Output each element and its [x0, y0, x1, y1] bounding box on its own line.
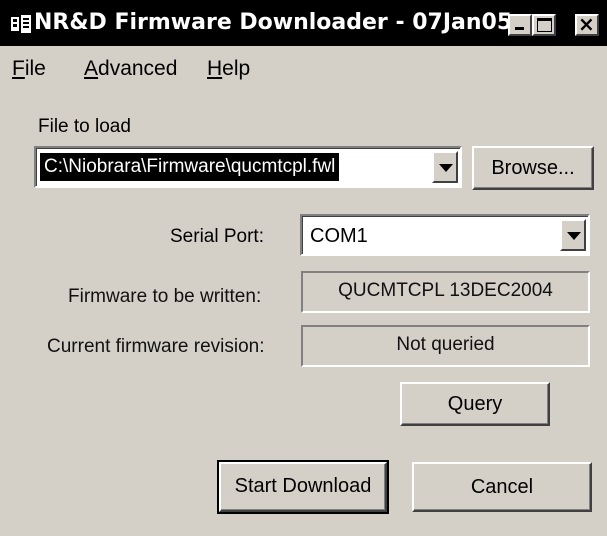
- maximize-icon: [537, 18, 552, 32]
- current-firmware-revision-label: Current firmware revision:: [47, 336, 265, 357]
- firmware-downloader-window: NR&D Firmware Downloader - 07Jan05 × Fil…: [0, 0, 607, 536]
- menu-help[interactable]: Help: [207, 56, 250, 82]
- close-button[interactable]: ×: [575, 12, 599, 36]
- menu-bar: File Advanced Help: [0, 52, 607, 86]
- menu-advanced-label: dvanced: [98, 57, 178, 80]
- firmware-to-be-written-label: Firmware to be written:: [68, 286, 262, 307]
- minimize-icon: [515, 27, 524, 30]
- file-path-value[interactable]: C:\Niobrara\Firmware\qucmtcpl.fwl: [40, 153, 340, 181]
- title-bar[interactable]: NR&D Firmware Downloader - 07Jan05 ×: [0, 0, 607, 46]
- file-to-load-label: File to load: [38, 116, 131, 137]
- close-icon: ×: [578, 12, 595, 36]
- menu-advanced-mnemonic: A: [84, 57, 99, 80]
- cancel-button[interactable]: Cancel: [412, 462, 592, 512]
- chevron-down-icon: [567, 232, 581, 240]
- query-button[interactable]: Query: [400, 382, 550, 426]
- maximize-button[interactable]: [532, 14, 556, 36]
- browse-button[interactable]: Browse...: [472, 146, 594, 190]
- menu-file-label: ile: [24, 57, 46, 80]
- start-download-button[interactable]: Start Download: [217, 460, 389, 514]
- menu-file-mnemonic: F: [12, 57, 25, 80]
- serial-port-combobox[interactable]: COM1: [300, 214, 590, 256]
- current-firmware-revision-value: Not queried: [301, 325, 590, 367]
- menu-help-label: elp: [222, 57, 251, 80]
- minimize-button[interactable]: [508, 14, 532, 36]
- menu-file[interactable]: File: [12, 56, 46, 82]
- serial-dropdown-button[interactable]: [560, 219, 586, 251]
- serial-port-label: Serial Port:: [170, 226, 264, 247]
- file-path-combobox[interactable]: C:\Niobrara\Firmware\qucmtcpl.fwl: [34, 146, 462, 188]
- chevron-down-icon: [439, 164, 453, 172]
- firmware-to-be-written-value: QUCMTCPL 13DEC2004: [301, 271, 590, 313]
- menu-advanced[interactable]: Advanced: [84, 56, 177, 82]
- menu-help-mnemonic: H: [207, 57, 223, 80]
- window-title: NR&D Firmware Downloader - 07Jan05: [34, 10, 513, 35]
- serial-port-value: COM1: [310, 225, 368, 247]
- file-dropdown-button[interactable]: [432, 151, 458, 183]
- app-icon[interactable]: [10, 14, 32, 34]
